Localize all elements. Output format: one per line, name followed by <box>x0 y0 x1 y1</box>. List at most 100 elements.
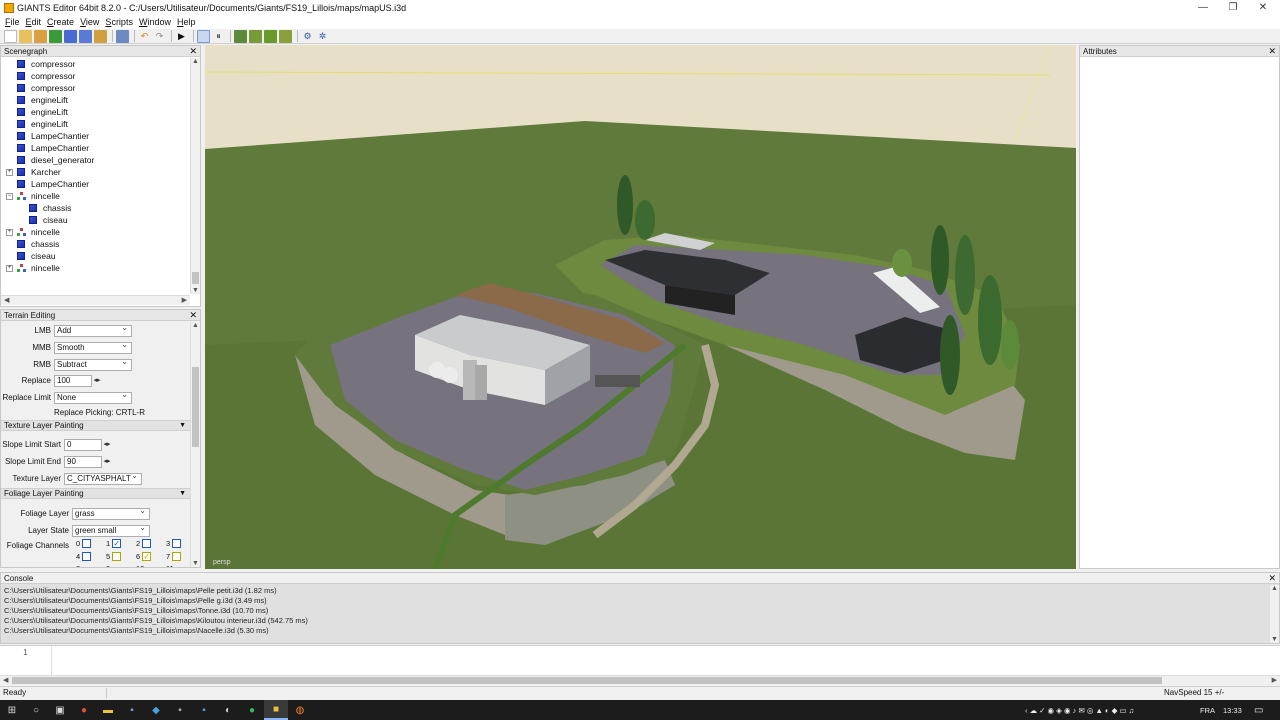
app-icon[interactable]: ◍ <box>288 700 312 720</box>
open-recent-icon[interactable] <box>34 29 47 43</box>
scroll-down-icon[interactable]: ▼ <box>191 560 200 567</box>
notification-icon[interactable]: ▭ <box>1254 705 1263 716</box>
undo-icon[interactable]: ↶ <box>138 30 151 43</box>
select-tool-icon[interactable] <box>197 29 210 43</box>
scenegraph-node[interactable]: LampeChantier <box>1 178 191 190</box>
foliage-channel[interactable]: 5 <box>106 552 122 561</box>
scenegraph-hscroll[interactable]: ◀ ▶ <box>1 295 190 305</box>
scroll-thumb[interactable] <box>192 272 199 284</box>
collapse-caret-icon[interactable]: ▼ <box>179 421 186 431</box>
menu-scripts[interactable]: Scripts <box>102 17 136 27</box>
foliage-channel-checkbox[interactable] <box>142 539 152 548</box>
tree-expander-icon[interactable]: + <box>6 228 13 236</box>
scroll-down-icon[interactable]: ▼ <box>191 287 200 294</box>
mmb-select[interactable]: Smooth <box>54 340 132 354</box>
save-as-icon[interactable] <box>79 29 92 43</box>
menu-help[interactable]: Help <box>174 17 199 27</box>
rmb-select[interactable]: Subtract <box>54 357 132 371</box>
foliage-channel-checkbox[interactable]: ✓ <box>142 552 152 561</box>
foliage-channel[interactable]: 6 ✓ <box>136 552 152 561</box>
maximize-button[interactable]: ❐ <box>1218 0 1248 15</box>
replace-input[interactable]: 100 <box>54 374 92 387</box>
scroll-right-icon[interactable]: ▶ <box>1272 676 1277 684</box>
scenegraph-vscroll[interactable]: ▲ ▼ <box>190 58 200 294</box>
spotify-icon[interactable]: ● <box>240 700 264 720</box>
texture-layer-section[interactable]: Texture Layer Painting ▼ <box>1 420 190 431</box>
slope-end-spinner-icon[interactable]: ◂▸ <box>102 456 112 468</box>
refresh-icon[interactable] <box>49 29 62 43</box>
texture-layer-select[interactable]: C_CITYASPHALT <box>64 471 142 485</box>
slope-end-input[interactable]: 90 <box>64 455 102 468</box>
foliage-channel[interactable]: 1 ✓ <box>106 539 122 548</box>
foliage-layer-section[interactable]: Foliage Layer Painting ▼ <box>1 488 190 499</box>
viewport-3d[interactable]: persp <box>205 45 1076 569</box>
clock[interactable]: 13:33 <box>1223 706 1242 715</box>
scenegraph-node[interactable]: + Karcher <box>1 166 191 178</box>
import-icon[interactable] <box>116 29 129 43</box>
app-icon[interactable]: ◐ <box>216 700 240 720</box>
scenegraph-node[interactable]: engineLift <box>1 106 191 118</box>
language-indicator[interactable]: FRA <box>1200 706 1215 715</box>
app-icon[interactable]: ▪ <box>192 700 216 720</box>
giants-editor-task-icon[interactable]: ■ <box>264 700 288 720</box>
scenegraph-node[interactable]: + nincelle <box>1 262 191 274</box>
close-window-button[interactable]: ✕ <box>1248 0 1278 15</box>
scenegraph-node[interactable]: + nincelle <box>1 226 191 238</box>
scenegraph-node[interactable]: − nincelle <box>1 190 191 202</box>
scroll-left-icon[interactable]: ◀ <box>4 296 9 304</box>
menu-edit[interactable]: Edit <box>23 17 45 27</box>
foliage-channel-checkbox[interactable] <box>82 552 92 561</box>
attributes-close-button[interactable]: ✕ <box>1268 46 1276 57</box>
foliage-channel[interactable]: 3 <box>166 539 182 548</box>
scenegraph-node[interactable]: engineLift <box>1 94 191 106</box>
scenegraph-close-button[interactable]: ✕ <box>189 46 197 57</box>
menu-view[interactable]: View <box>77 17 102 27</box>
foliage-layer-select[interactable]: grass <box>72 506 150 520</box>
app-icon[interactable]: ▪ <box>168 700 192 720</box>
redo-icon[interactable]: ↷ <box>153 30 166 43</box>
scenegraph-node[interactable]: chassis <box>1 202 191 214</box>
foliage-channel[interactable]: 0 <box>76 539 92 548</box>
pause-icon[interactable]: ⏸ <box>212 30 225 43</box>
scenegraph-node[interactable]: diesel_generator <box>1 154 191 166</box>
script-editor[interactable]: 1 ◀ ▶ <box>0 645 1280 685</box>
foliage-channel[interactable]: 7 <box>166 552 182 561</box>
scenegraph-node[interactable]: compressor <box>1 82 191 94</box>
menu-create[interactable]: Create <box>44 17 77 27</box>
tree-expander-icon[interactable]: + <box>6 264 13 272</box>
scroll-thumb[interactable] <box>12 677 1162 684</box>
scenegraph-node[interactable]: LampeChantier <box>1 142 191 154</box>
layer-state-select[interactable]: green small <box>72 523 150 537</box>
new-file-icon[interactable] <box>4 29 17 43</box>
app-icon[interactable]: ▪ <box>120 700 144 720</box>
foliage-channel[interactable]: 2 <box>136 539 152 548</box>
console-vscroll[interactable]: ▲ ▼ <box>1269 585 1279 643</box>
steam-icon[interactable]: ◆ <box>144 700 168 720</box>
chrome-icon[interactable]: ● <box>72 700 96 720</box>
collapse-caret-icon[interactable]: ▼ <box>179 489 186 499</box>
scroll-left-icon[interactable]: ◀ <box>3 676 8 684</box>
scenegraph-node[interactable]: engineLift <box>1 118 191 130</box>
script-hscroll[interactable]: ◀ ▶ <box>0 675 1280 685</box>
foliage-channel-checkbox[interactable] <box>172 539 182 548</box>
task-view-icon[interactable]: ▣ <box>48 700 72 720</box>
terrain-paint-icon[interactable] <box>249 29 262 43</box>
foliage-channel-checkbox[interactable] <box>112 552 122 561</box>
tree-expander-icon[interactable]: + <box>6 168 13 176</box>
scroll-right-icon[interactable]: ▶ <box>182 296 187 304</box>
replace-limit-select[interactable]: None <box>54 390 132 404</box>
scroll-thumb[interactable] <box>192 367 199 447</box>
terrain-close-button[interactable]: ✕ <box>189 310 197 321</box>
settings-icon[interactable]: ⚙ <box>301 30 314 43</box>
minimize-button[interactable]: — <box>1188 0 1218 15</box>
foliage-paint-icon[interactable] <box>264 29 277 43</box>
open-file-icon[interactable] <box>19 29 32 43</box>
menu-file[interactable]: File <box>2 17 23 27</box>
foliage-channel-checkbox[interactable]: ✓ <box>112 539 122 548</box>
save-icon[interactable] <box>64 29 77 43</box>
menu-window[interactable]: Window <box>136 17 174 27</box>
scenegraph-node[interactable]: LampeChantier <box>1 130 191 142</box>
scroll-up-icon[interactable]: ▲ <box>191 322 200 329</box>
scroll-down-icon[interactable]: ▼ <box>1270 636 1279 643</box>
navigation-icon[interactable]: ✲ <box>316 30 329 43</box>
